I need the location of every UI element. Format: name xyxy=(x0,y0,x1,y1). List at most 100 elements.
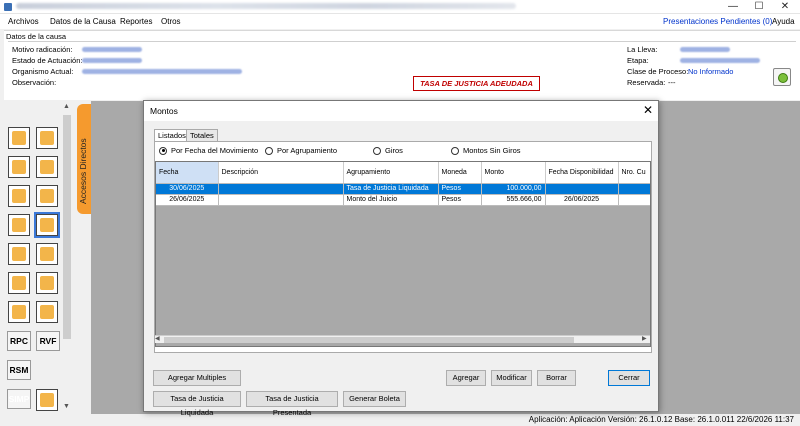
dialog-close-icon[interactable]: ✕ xyxy=(643,103,653,117)
borrar-button[interactable]: Borrar xyxy=(537,370,576,386)
paginas-icon[interactable] xyxy=(36,243,58,265)
window-close-button[interactable]: ✕ xyxy=(772,0,798,14)
column-monto[interactable]: Monto xyxy=(481,162,546,184)
toolbar-scroll-thumb[interactable] xyxy=(63,115,71,339)
lleva-label: La Lleva: xyxy=(627,45,658,54)
scroll-down-icon[interactable]: ▼ xyxy=(63,403,70,410)
mover-icon[interactable] xyxy=(8,214,30,236)
cell-nro xyxy=(618,194,650,206)
scroll-left-icon[interactable]: ◀ xyxy=(155,335,160,342)
grid-header-row: Fecha Descripción Agrupamiento Moneda Mo… xyxy=(156,162,650,184)
cell-descripcion xyxy=(218,194,344,206)
copiar-icon[interactable] xyxy=(8,185,30,207)
accesos-directos-label: Accesos Directos xyxy=(78,138,88,204)
rvf-button[interactable]: RVF xyxy=(36,331,60,351)
accesos-directos-tab[interactable]: Accesos Directos xyxy=(77,104,91,214)
status-text: Aplicación: Aplicación Versión: 26.1.0.1… xyxy=(528,415,794,424)
rpc-button[interactable]: RPC xyxy=(7,331,31,351)
soles-icon[interactable] xyxy=(36,185,58,207)
reservada-label: Reservada: xyxy=(627,78,666,87)
cell-nro xyxy=(618,183,650,195)
cell-disponibilidad: 26/06/2025 xyxy=(545,194,619,206)
tasa-presentada-button[interactable]: Tasa de Justicia Presentada xyxy=(246,391,338,417)
organismo-label: Organismo Actual: xyxy=(12,67,74,76)
montos-grid[interactable]: Fecha Descripción Agrupamiento Moneda Mo… xyxy=(155,161,651,347)
grid-horizontal-scrollbar[interactable]: ◀ ▶ xyxy=(155,335,650,343)
cell-fecha: 30/06/2025 xyxy=(156,183,219,195)
cell-moneda: Pesos xyxy=(438,183,482,195)
montos-table: Fecha Descripción Agrupamiento Moneda Mo… xyxy=(156,162,650,206)
app-icon xyxy=(4,3,12,11)
reciclar-icon[interactable] xyxy=(8,272,30,294)
montos-dialog: Montos ✕ Listados Totales Por Fecha del … xyxy=(143,100,659,417)
texto-icon[interactable] xyxy=(36,127,58,149)
generar-boleta-button[interactable]: Generar Boleta xyxy=(343,391,406,407)
column-agrupamiento[interactable]: Agrupamiento xyxy=(343,162,439,184)
estado-value-redacted xyxy=(82,58,142,63)
simp-button[interactable]: SIMP xyxy=(7,389,31,409)
tab-totales[interactable]: Totales xyxy=(186,129,218,141)
radio-por-fecha[interactable]: Por Fecha del Movimiento xyxy=(159,146,258,155)
status-bar: Aplicación: Aplicación Versión: 26.1.0.1… xyxy=(0,414,800,426)
motivo-label: Motivo radicación: xyxy=(12,45,73,54)
archivo-icon[interactable] xyxy=(8,301,30,323)
column-nro-cuenta[interactable]: Nro. Cu xyxy=(618,162,650,184)
agregar-button[interactable]: Agregar xyxy=(446,370,486,386)
transferir-icon[interactable] xyxy=(36,272,58,294)
radio-dot-icon xyxy=(265,146,273,155)
personas-icon[interactable] xyxy=(36,156,58,178)
refresh-icon[interactable] xyxy=(773,68,791,86)
menu-otros[interactable]: Otros xyxy=(161,17,181,26)
tasa-liquidada-button[interactable]: Tasa de Justicia Liquidada xyxy=(153,391,241,417)
menu-archivos[interactable]: Archivos xyxy=(8,17,39,26)
agregar-multiples-button[interactable]: Agregar Multiples xyxy=(153,370,241,386)
clase-proceso-label: Clase de Proceso: xyxy=(627,67,689,76)
menu-reportes[interactable]: Reportes xyxy=(120,17,152,26)
toolbar-scrollbar[interactable]: ▲ ▼ xyxy=(62,101,72,415)
radio-label: Montos Sin Giros xyxy=(463,146,521,155)
editar-icon[interactable] xyxy=(36,389,58,411)
documento-icon[interactable] xyxy=(8,127,30,149)
observacion-label: Observación: xyxy=(12,78,57,87)
clase-proceso-value: No Informado xyxy=(688,67,734,76)
window-title-bar: — ☐ ✕ xyxy=(0,0,800,14)
cause-data-panel: Datos de la causa xyxy=(4,30,800,100)
grid-scroll-thumb[interactable] xyxy=(164,337,574,343)
radio-montos-sin-giros[interactable]: Montos Sin Giros xyxy=(451,146,521,155)
table-row[interactable]: 26/06/2025 Monto del Juicio Pesos 555.66… xyxy=(156,194,650,206)
menu-ayuda[interactable]: Ayuda xyxy=(772,17,795,26)
table-row[interactable]: 30/06/2025 Tasa de Justicia Liquidada Pe… xyxy=(156,183,650,195)
minimize-button[interactable]: — xyxy=(720,0,746,14)
organismo-value-redacted xyxy=(82,69,242,74)
column-fecha-disponibilidad[interactable]: Fecha Disponibilidad xyxy=(545,162,619,184)
radio-giros[interactable]: Giros xyxy=(373,146,403,155)
window-title-redacted xyxy=(16,3,516,9)
carpeta-icon[interactable] xyxy=(8,243,30,265)
column-fecha[interactable]: Fecha xyxy=(156,162,219,184)
radio-dot-selected-icon xyxy=(159,146,167,155)
menu-datos-causa[interactable]: Datos de la Causa xyxy=(50,17,116,26)
modificar-button[interactable]: Modificar xyxy=(491,370,532,386)
documentos-icon[interactable] xyxy=(8,156,30,178)
column-descripcion[interactable]: Descripción xyxy=(218,162,344,184)
maximize-button[interactable]: ☐ xyxy=(746,0,772,14)
cell-monto: 100.000,00 xyxy=(481,183,546,195)
estado-label: Estado de Actuación: xyxy=(12,56,83,65)
cell-descripcion xyxy=(218,183,344,195)
cell-moneda: Pesos xyxy=(438,194,482,206)
column-moneda[interactable]: Moneda xyxy=(438,162,482,184)
presentaciones-pendientes-link[interactable]: Presentaciones Pendientes (0) xyxy=(663,17,772,26)
tasa-justicia-alert: TASA DE JUSTICIA ADEUDADA xyxy=(413,76,540,91)
cerrar-button[interactable]: Cerrar xyxy=(608,370,650,386)
listados-panel: Por Fecha del Movimiento Por Agrupamient… xyxy=(154,141,652,353)
monitor-icon[interactable] xyxy=(36,301,58,323)
scroll-right-icon[interactable]: ▶ xyxy=(642,335,647,342)
lleva-value-redacted xyxy=(680,47,730,52)
radio-por-agrupamiento[interactable]: Por Agrupamiento xyxy=(265,146,337,155)
dialog-title: Montos xyxy=(150,106,178,116)
cell-disponibilidad xyxy=(545,183,619,195)
rsm-button[interactable]: RSM xyxy=(7,360,31,380)
montos-icon[interactable] xyxy=(34,212,60,238)
etapa-value-redacted xyxy=(680,58,760,63)
scroll-up-icon[interactable]: ▲ xyxy=(63,103,70,110)
